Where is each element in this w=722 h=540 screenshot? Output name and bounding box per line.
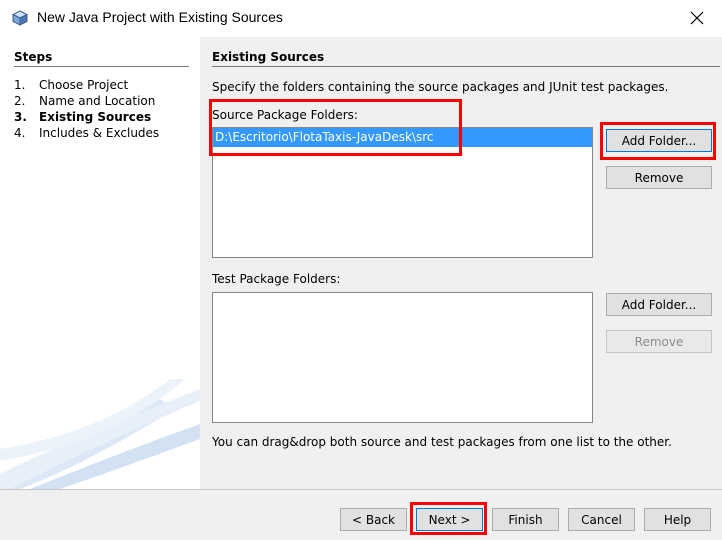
test-add-folder-button[interactable]: Add Folder... <box>606 293 712 316</box>
help-button[interactable]: Help <box>644 508 711 531</box>
section-divider <box>212 66 720 67</box>
decorative-swoosh-graphic <box>0 379 200 489</box>
next-button[interactable]: Next > <box>416 508 483 531</box>
source-folders-label: Source Package Folders: <box>212 108 358 122</box>
button-bar: < Back Next > Finish Cancel Help <box>0 490 722 540</box>
step-item: 4. Includes & Excludes <box>14 125 159 141</box>
instructions-text: Specify the folders containing the sourc… <box>212 80 669 94</box>
steps-title: Steps <box>14 50 53 64</box>
window-title: New Java Project with Existing Sources <box>37 9 283 25</box>
step-number: 2. <box>14 94 26 108</box>
step-item: 1. Choose Project <box>14 77 159 93</box>
step-label: Existing Sources <box>39 110 152 124</box>
source-remove-button[interactable]: Remove <box>606 166 712 189</box>
steps-divider <box>14 66 189 67</box>
back-button[interactable]: < Back <box>340 508 407 531</box>
steps-list: 1. Choose Project 2. Name and Location 3… <box>14 77 159 141</box>
step-label: Includes & Excludes <box>39 126 160 140</box>
step-label: Name and Location <box>39 94 156 108</box>
test-folders-list[interactable] <box>212 292 593 423</box>
step-item: 2. Name and Location <box>14 93 159 109</box>
test-remove-button: Remove <box>606 330 712 353</box>
step-label: Choose Project <box>39 78 129 92</box>
title-bar: New Java Project with Existing Sources <box>0 0 722 37</box>
main-panel: Existing Sources Specify the folders con… <box>200 37 722 489</box>
java-cube-icon <box>11 10 29 26</box>
step-number: 4. <box>14 126 26 140</box>
test-folders-label: Test Package Folders: <box>212 272 341 286</box>
source-add-folder-button[interactable]: Add Folder... <box>606 129 712 152</box>
step-number: 3. <box>14 110 27 124</box>
drag-drop-note: You can drag&drop both source and test p… <box>212 435 672 449</box>
source-folder-item[interactable]: D:\Escritorio\FlotaTaxis-JavaDesk\src <box>213 128 592 147</box>
step-item-current: 3. Existing Sources <box>14 109 159 125</box>
step-number: 1. <box>14 78 26 92</box>
close-icon[interactable] <box>686 7 708 29</box>
finish-button[interactable]: Finish <box>492 508 559 531</box>
cancel-button[interactable]: Cancel <box>568 508 635 531</box>
source-folders-list[interactable]: D:\Escritorio\FlotaTaxis-JavaDesk\src <box>212 127 593 258</box>
section-title: Existing Sources <box>212 50 325 64</box>
steps-panel: Steps 1. Choose Project 2. Name and Loca… <box>0 37 200 489</box>
